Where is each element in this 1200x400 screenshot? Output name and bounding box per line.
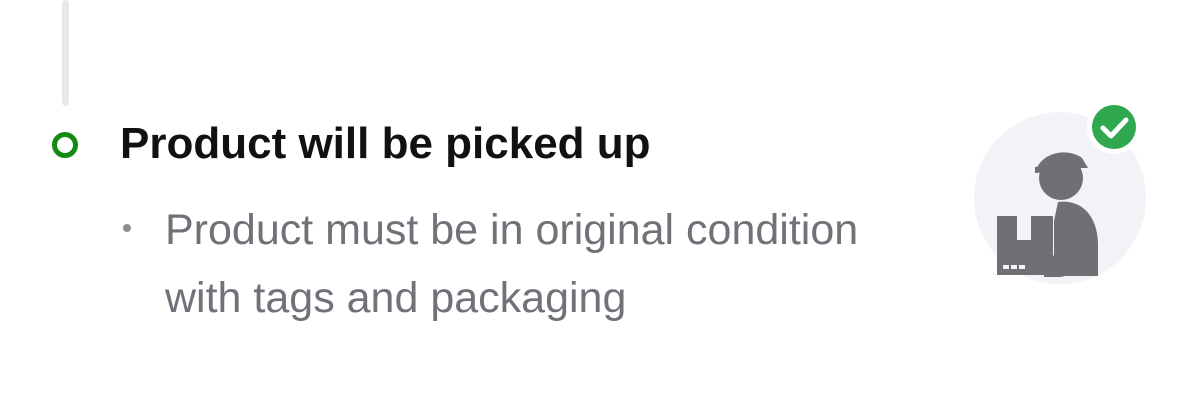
timeline-connector	[62, 0, 69, 106]
step-status-indicator	[52, 132, 78, 158]
step-detail-item: Product must be in original condition wi…	[115, 196, 915, 332]
step-detail-text: Product must be in original condition wi…	[165, 206, 859, 322]
bullet-icon	[123, 224, 131, 232]
step-title: Product will be picked up	[120, 119, 651, 168]
pickup-step-screen: Product will be picked up Product must b…	[0, 0, 1200, 400]
delivery-person-icon	[974, 100, 1146, 284]
pickup-illustration	[966, 100, 1156, 290]
step-details-list: Product must be in original condition wi…	[115, 196, 915, 332]
check-badge-icon	[1087, 100, 1141, 154]
